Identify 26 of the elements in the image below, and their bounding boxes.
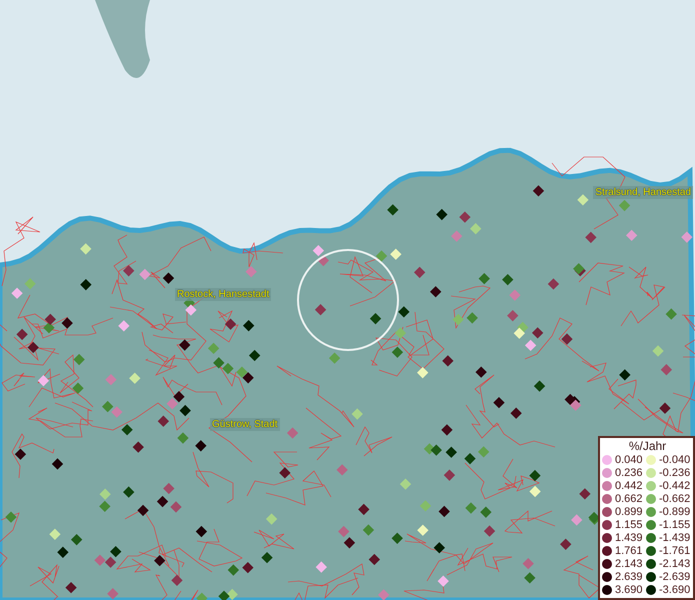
legend-label: -0.040 (659, 454, 689, 466)
legend-label: -0.442 (659, 480, 689, 492)
legend-label: 0.442 (615, 480, 644, 492)
legend-label: 1.439 (615, 532, 644, 544)
place-label: Rostock, Hansestadt (175, 288, 272, 301)
legend-label: 0.899 (615, 506, 644, 518)
legend-label: 1.761 (615, 544, 644, 556)
legend-label: -2.143 (659, 558, 689, 570)
legend-label: 0.662 (615, 492, 644, 504)
legend-label: 1.155 (615, 518, 644, 530)
legend-label: -1.155 (659, 518, 689, 530)
legend-label: 2.143 (615, 558, 644, 570)
legend-label: -0.899 (659, 506, 689, 518)
legend-label: -0.236 (659, 466, 689, 478)
legend-label: 3.690 (615, 584, 644, 596)
legend-label: -3.690 (659, 584, 689, 596)
legend-label: -1.439 (659, 532, 689, 544)
legend-label: 2.639 (615, 570, 644, 582)
place-label: Stralsund, Hansestad (593, 186, 693, 199)
legend-label: 0.040 (615, 454, 644, 466)
legend-label: -0.662 (659, 492, 689, 504)
legend-label: -2.639 (659, 570, 689, 582)
place-label: Güstrow, Stadt (210, 418, 280, 431)
legend-title: %/Jahr (628, 439, 668, 453)
legend-label: -1.761 (659, 544, 689, 556)
legend-label: 0.236 (615, 466, 644, 478)
